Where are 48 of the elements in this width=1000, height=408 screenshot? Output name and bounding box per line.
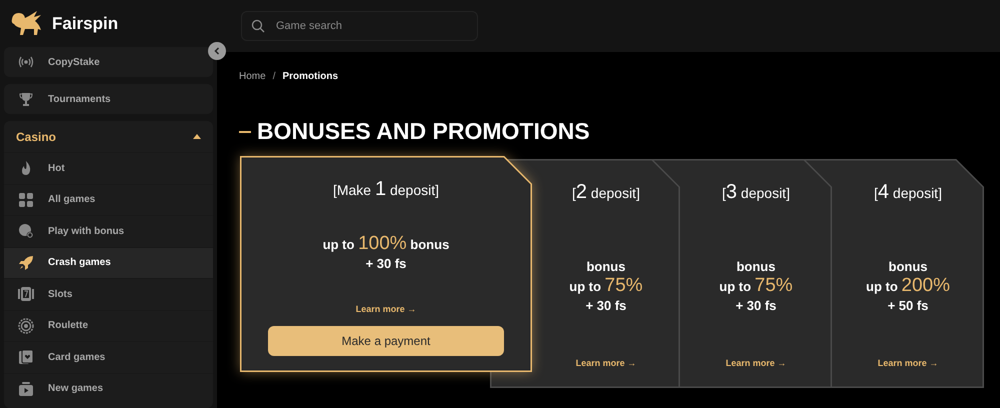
play-icon (18, 380, 34, 397)
grid-icon (18, 192, 34, 208)
offer-text: + 30 fs (586, 297, 626, 315)
sidebar-item[interactable]: CopyStake (4, 47, 213, 77)
breadcrumb-separator: / (272, 70, 276, 84)
sidebar-item[interactable]: Crash games (4, 246, 213, 278)
sidebar-item[interactable]: New games (4, 372, 213, 404)
card-title: [Make 1 deposit] (332, 177, 440, 202)
chevron-left-icon (214, 47, 220, 55)
learn-more-link[interactable]: Learn more → (726, 356, 786, 370)
offer-text: up to 100% bonus (322, 234, 450, 254)
card-title: [3 deposit] (722, 180, 790, 205)
offer-text: + 30 fs (736, 297, 776, 315)
card-title: [4 deposit] (874, 180, 942, 205)
learn-more-link[interactable]: Learn more → (576, 356, 636, 370)
sidebar-item[interactable]: All games (4, 184, 213, 215)
offer-text: up to 75% (719, 276, 793, 296)
offer-text: + 50 fs (888, 297, 928, 315)
disc-icon (18, 223, 34, 240)
card-title: [2 deposit] (572, 180, 640, 205)
section-header[interactable]: Casino (4, 121, 213, 152)
roulette-icon (18, 318, 34, 334)
search-field[interactable]: Game search (241, 11, 478, 41)
page-heading: BONUSES AND PROMOTIONS (257, 120, 590, 143)
sidebar-item[interactable]: Hot (4, 152, 213, 184)
search-icon (251, 19, 265, 33)
sidebar-item[interactable]: Tournaments (4, 84, 213, 114)
rocket-icon (18, 254, 34, 271)
offer-text: + 30 fs (366, 255, 406, 273)
payment-button[interactable]: Make a payment (268, 326, 504, 356)
broadcast-icon (18, 54, 34, 70)
breadcrumb-link[interactable]: Promotions (282, 69, 338, 84)
offer-text: up to 200% (866, 276, 950, 296)
sidebar-item[interactable]: Roulette (4, 310, 213, 341)
slot-machine-icon (18, 286, 34, 302)
cards-icon (18, 349, 34, 366)
learn-more-link[interactable]: Learn more → (356, 303, 416, 316)
logo-text[interactable]: Fairspin (52, 10, 118, 36)
sidebar-item[interactable]: Slots (4, 278, 213, 310)
sidebar-item[interactable]: Card games (4, 341, 213, 372)
trophy-icon (18, 91, 34, 107)
offer-text: bonus (586, 258, 626, 276)
breadcrumb-link[interactable]: Home (239, 69, 266, 84)
collapse-button[interactable] (208, 42, 226, 60)
offer-text: up to 75% (569, 276, 643, 296)
offer-text: bonus (888, 258, 928, 276)
offer-text: bonus (736, 258, 776, 276)
learn-more-link[interactable]: Learn more → (878, 356, 938, 370)
